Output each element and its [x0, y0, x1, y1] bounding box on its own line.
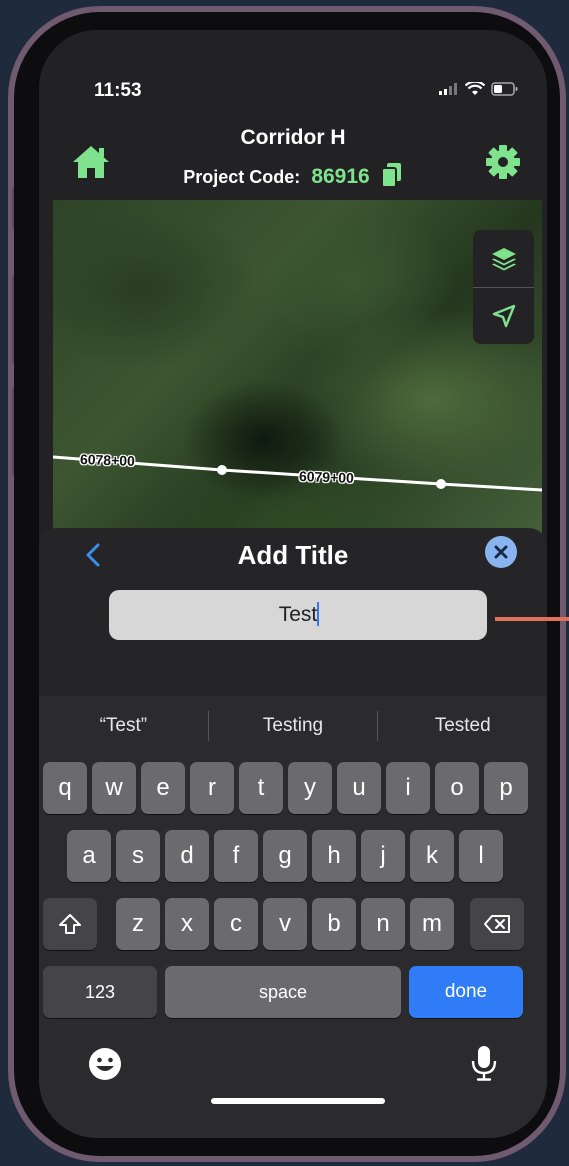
key-v[interactable]: v — [263, 898, 307, 950]
project-code-label: Project Code: — [183, 167, 301, 187]
project-code-row: Project Code: 86916 — [39, 162, 547, 193]
shift-icon — [59, 914, 81, 934]
layers-button[interactable] — [473, 230, 534, 287]
project-code-value: 86916 — [311, 165, 370, 188]
close-icon — [494, 545, 508, 559]
dictation-button[interactable] — [469, 1044, 509, 1084]
key-n[interactable]: n — [361, 898, 405, 950]
close-button[interactable] — [485, 536, 517, 568]
key-r[interactable]: r — [190, 762, 234, 814]
key-u[interactable]: u — [337, 762, 381, 814]
project-title: Corridor H — [240, 126, 346, 149]
key-o[interactable]: o — [435, 762, 479, 814]
locate-button[interactable] — [473, 288, 534, 344]
key-q[interactable]: q — [43, 762, 87, 814]
title-input[interactable] — [109, 590, 487, 640]
key-z[interactable]: z — [116, 898, 160, 950]
key-l[interactable]: l — [459, 830, 503, 882]
suggestion-item[interactable]: Tested — [378, 696, 547, 756]
cellular-signal-icon — [439, 83, 457, 95]
annotation-connector-line — [495, 617, 569, 621]
key-j[interactable]: j — [361, 830, 405, 882]
key-s[interactable]: s — [116, 830, 160, 882]
key-y[interactable]: y — [288, 762, 332, 814]
layers-icon — [491, 247, 516, 270]
keyboard: “Test” Testing Tested q w e r t y u i o … — [39, 696, 547, 1138]
map-tools-panel — [473, 230, 534, 344]
add-title-sheet: Add Title — [39, 528, 547, 718]
station-label: 6079+00 — [298, 468, 355, 486]
space-key[interactable]: space — [165, 966, 401, 1018]
backspace-key[interactable] — [470, 898, 524, 950]
gear-icon — [486, 145, 520, 179]
alignment-line — [53, 455, 542, 492]
numbers-key[interactable]: 123 — [43, 966, 157, 1018]
suggestion-bar: “Test” Testing Tested — [39, 696, 547, 756]
status-icons — [439, 82, 519, 96]
battery-icon — [491, 82, 518, 96]
backspace-icon — [484, 915, 510, 933]
app-header: Corridor H Project Code: 86916 — [39, 120, 547, 200]
key-m[interactable]: m — [410, 898, 454, 950]
status-time: 11:53 — [94, 80, 142, 101]
suggestion-item[interactable]: Testing — [209, 696, 378, 756]
key-d[interactable]: d — [165, 830, 209, 882]
key-a[interactable]: a — [67, 830, 111, 882]
station-label: 6078+00 — [79, 451, 136, 469]
emoji-button[interactable] — [87, 1046, 127, 1086]
status-bar: 11:53 — [39, 30, 547, 130]
key-x[interactable]: x — [165, 898, 209, 950]
suggestion-item[interactable]: “Test” — [39, 696, 208, 756]
text-cursor — [317, 602, 319, 626]
key-e[interactable]: e — [141, 762, 185, 814]
key-c[interactable]: c — [214, 898, 258, 950]
key-k[interactable]: k — [410, 830, 454, 882]
key-g[interactable]: g — [263, 830, 307, 882]
copy-code-button[interactable] — [380, 162, 403, 193]
sheet-title: Add Title — [237, 540, 349, 570]
navigation-arrow-icon — [492, 304, 515, 328]
key-i[interactable]: i — [386, 762, 430, 814]
satellite-map[interactable]: 6078+00 6079+00 — [53, 200, 542, 540]
shift-key[interactable] — [43, 898, 97, 950]
done-key[interactable]: done — [409, 966, 523, 1018]
emoji-icon — [89, 1048, 121, 1080]
key-b[interactable]: b — [312, 898, 356, 950]
key-w[interactable]: w — [92, 762, 136, 814]
microphone-icon — [471, 1046, 497, 1081]
key-p[interactable]: p — [484, 762, 528, 814]
key-t[interactable]: t — [239, 762, 283, 814]
home-indicator[interactable] — [211, 1098, 385, 1104]
app-screen: 11:53 Corridor H Project Code: 86916 607… — [39, 30, 547, 1138]
wifi-icon — [465, 82, 485, 95]
copy-icon — [380, 163, 401, 188]
key-h[interactable]: h — [312, 830, 356, 882]
settings-button[interactable] — [485, 144, 521, 185]
key-f[interactable]: f — [214, 830, 258, 882]
